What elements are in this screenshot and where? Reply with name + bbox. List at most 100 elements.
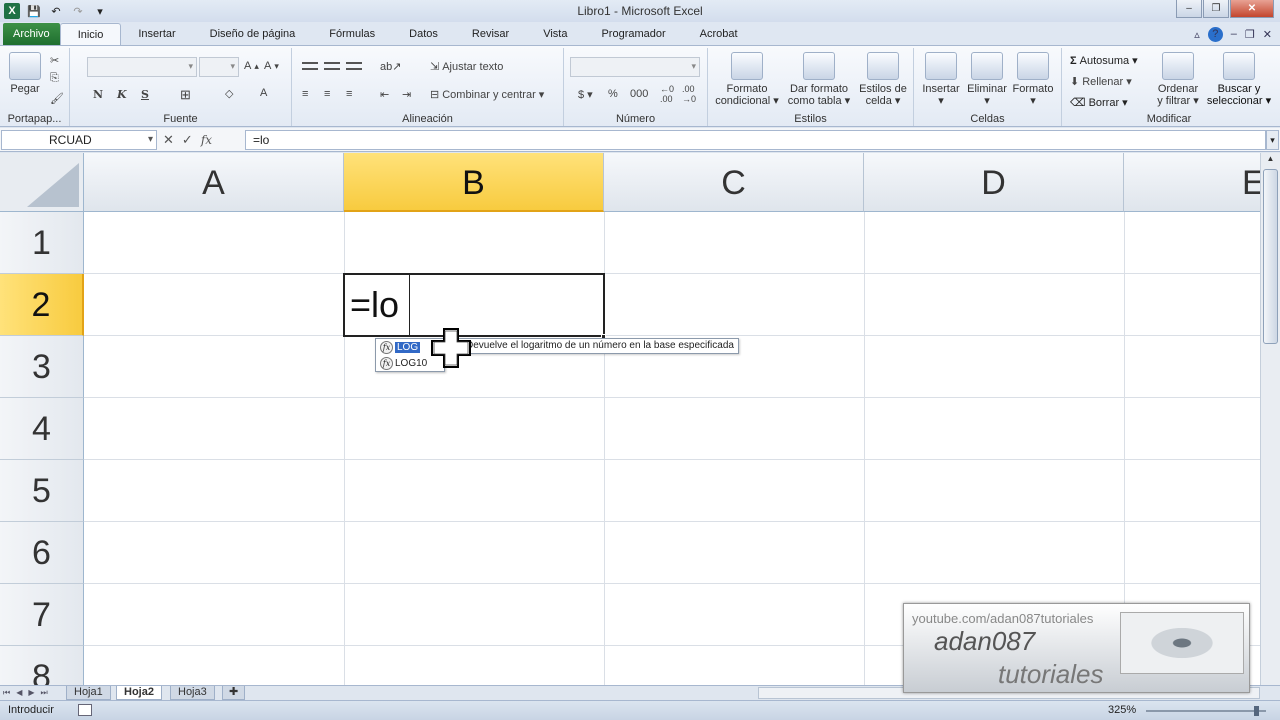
fill-button[interactable]: ⬇ Rellenar ▾ — [1070, 75, 1132, 89]
shrink-font-icon[interactable]: A ▾ — [264, 60, 279, 72]
percent-button[interactable]: % — [608, 88, 618, 100]
format-painter-icon[interactable]: 🖌 — [50, 92, 64, 105]
format-as-table-button[interactable]: Dar formato como tabla ▾ — [786, 52, 852, 107]
row-header-1[interactable]: 1 — [0, 212, 84, 274]
undo-icon[interactable]: ↶ — [48, 3, 64, 19]
align-bottom-icon[interactable] — [346, 62, 362, 70]
merge-center-button[interactable]: ⊟ Combinar y centrar ▾ — [430, 88, 544, 102]
paste-button[interactable]: Pegar — [6, 52, 44, 95]
prev-sheet-icon[interactable]: ◀ — [16, 686, 22, 699]
column-header-a[interactable]: A — [84, 153, 344, 212]
tab-vista[interactable]: Vista — [526, 23, 584, 45]
sheet-tab-hoja1[interactable]: Hoja1 — [66, 686, 111, 700]
font-name-combo[interactable] — [87, 57, 197, 77]
cell-styles-button[interactable]: Estilos de celda ▾ — [856, 52, 910, 107]
maximize-button[interactable]: ❐ — [1203, 0, 1229, 18]
increase-indent-icon[interactable]: ⇥ — [402, 88, 411, 101]
next-sheet-icon[interactable]: ▶ — [28, 686, 34, 699]
decrease-decimal-icon[interactable]: .00 →0 — [682, 84, 696, 104]
tab-datos[interactable]: Datos — [392, 23, 455, 45]
row-header-7[interactable]: 7 — [0, 584, 84, 646]
doc-restore-icon[interactable]: ❐ — [1245, 28, 1255, 41]
sort-filter-button[interactable]: Ordenar y filtrar ▾ — [1150, 52, 1206, 107]
copy-icon[interactable]: ⎘ — [50, 72, 59, 85]
tab-acrobat[interactable]: Acrobat — [683, 23, 755, 45]
delete-cells-button[interactable]: Eliminar ▾ — [964, 52, 1010, 107]
expand-formula-icon[interactable]: ▾ — [1266, 130, 1279, 150]
first-sheet-icon[interactable]: ⏮ — [3, 686, 10, 699]
macro-record-icon[interactable] — [78, 704, 92, 716]
format-cells-button[interactable]: Formato ▾ — [1010, 52, 1056, 107]
scroll-thumb[interactable] — [1263, 169, 1278, 344]
tab-formulas[interactable]: Fórmulas — [312, 23, 392, 45]
autosum-button[interactable]: Σ Autosuma ▾ — [1070, 54, 1138, 68]
currency-button[interactable]: $ ▾ — [578, 88, 593, 102]
align-center-icon[interactable]: ≡ — [324, 88, 330, 100]
zoom-slider[interactable] — [1146, 706, 1266, 716]
align-top-icon[interactable] — [302, 62, 318, 70]
ribbon-minimize-icon[interactable]: ▵ — [1194, 28, 1200, 41]
formula-input[interactable]: =lo — [245, 130, 1266, 150]
tab-revisar[interactable]: Revisar — [455, 23, 526, 45]
grow-font-icon[interactable]: A ▴ — [244, 60, 259, 72]
clear-button[interactable]: ⌫ Borrar ▾ — [1070, 96, 1128, 110]
row-header-8[interactable]: 8 — [0, 646, 84, 685]
bold-button[interactable]: N — [93, 88, 103, 101]
customize-qat-icon[interactable]: ▾ — [92, 3, 108, 19]
align-left-icon[interactable]: ≡ — [302, 88, 308, 100]
font-color-icon[interactable]: A — [260, 87, 267, 99]
minimize-button[interactable]: – — [1176, 0, 1202, 18]
new-sheet-icon[interactable]: ✚ — [222, 686, 246, 700]
cancel-icon[interactable]: ✕ — [163, 132, 174, 148]
sheet-tab-hoja3[interactable]: Hoja3 — [170, 686, 215, 700]
wrap-text-button[interactable]: ⇲ Ajustar texto — [430, 60, 503, 74]
scroll-up-icon[interactable]: ▲ — [1262, 154, 1280, 168]
close-button[interactable]: ✕ — [1230, 0, 1274, 18]
tab-insertar[interactable]: Insertar — [121, 23, 192, 45]
redo-icon[interactable]: ↷ — [70, 3, 86, 19]
borders-icon[interactable]: ⊞ — [180, 87, 191, 103]
row-header-6[interactable]: 6 — [0, 522, 84, 584]
underline-button[interactable]: S — [141, 88, 149, 101]
save-icon[interactable]: 💾 — [26, 3, 42, 19]
tab-diseno-pagina[interactable]: Diseño de página — [193, 23, 313, 45]
select-all-corner[interactable] — [0, 153, 84, 212]
sheet-tab-hoja2[interactable]: Hoja2 — [116, 686, 162, 700]
doc-close-icon[interactable]: ✕ — [1263, 28, 1272, 41]
zoom-level[interactable]: 325% — [1108, 704, 1136, 716]
find-select-button[interactable]: Buscar y seleccionar ▾ — [1206, 52, 1272, 107]
fill-color-icon[interactable]: ◇ — [225, 87, 233, 100]
name-box[interactable]: RCUAD — [1, 130, 157, 150]
doc-minimize-icon[interactable]: – — [1231, 28, 1237, 40]
cut-icon[interactable]: ✂ — [50, 54, 59, 67]
column-header-b[interactable]: B — [344, 153, 604, 212]
excel-logo-icon[interactable]: X — [4, 3, 20, 19]
align-middle-icon[interactable] — [324, 62, 340, 70]
row-header-3[interactable]: 3 — [0, 336, 84, 398]
align-right-icon[interactable]: ≡ — [346, 88, 352, 100]
thousands-button[interactable]: 000 — [630, 88, 648, 100]
row-header-4[interactable]: 4 — [0, 398, 84, 460]
last-sheet-icon[interactable]: ⏭ — [41, 686, 48, 699]
tab-programador[interactable]: Programador — [584, 23, 682, 45]
active-cell-b2[interactable]: =lo — [343, 273, 605, 337]
tab-archivo[interactable]: Archivo — [3, 23, 60, 45]
row-header-2[interactable]: 2 — [0, 274, 84, 336]
tab-inicio[interactable]: Inicio — [59, 23, 122, 45]
increase-decimal-icon[interactable]: ←0.00 — [660, 84, 674, 104]
vertical-scrollbar[interactable]: ▲ — [1260, 153, 1280, 685]
decrease-indent-icon[interactable]: ⇤ — [380, 88, 389, 101]
number-format-combo[interactable] — [570, 57, 700, 77]
orientation-icon[interactable]: ab↗ — [380, 60, 401, 73]
enter-icon[interactable]: ✓ — [182, 132, 193, 148]
column-header-d[interactable]: D — [864, 153, 1124, 212]
conditional-format-button[interactable]: Formato condicional ▾ — [714, 52, 780, 107]
help-icon[interactable]: ? — [1207, 26, 1223, 42]
font-size-combo[interactable] — [199, 57, 239, 77]
italic-button[interactable]: K — [117, 88, 127, 101]
insert-cells-button[interactable]: Insertar ▾ — [918, 52, 964, 107]
column-header-c[interactable]: C — [604, 153, 864, 212]
insert-function-icon[interactable]: fx — [201, 133, 212, 147]
row-header-5[interactable]: 5 — [0, 460, 84, 522]
column-header-e[interactable]: E — [1124, 153, 1260, 212]
